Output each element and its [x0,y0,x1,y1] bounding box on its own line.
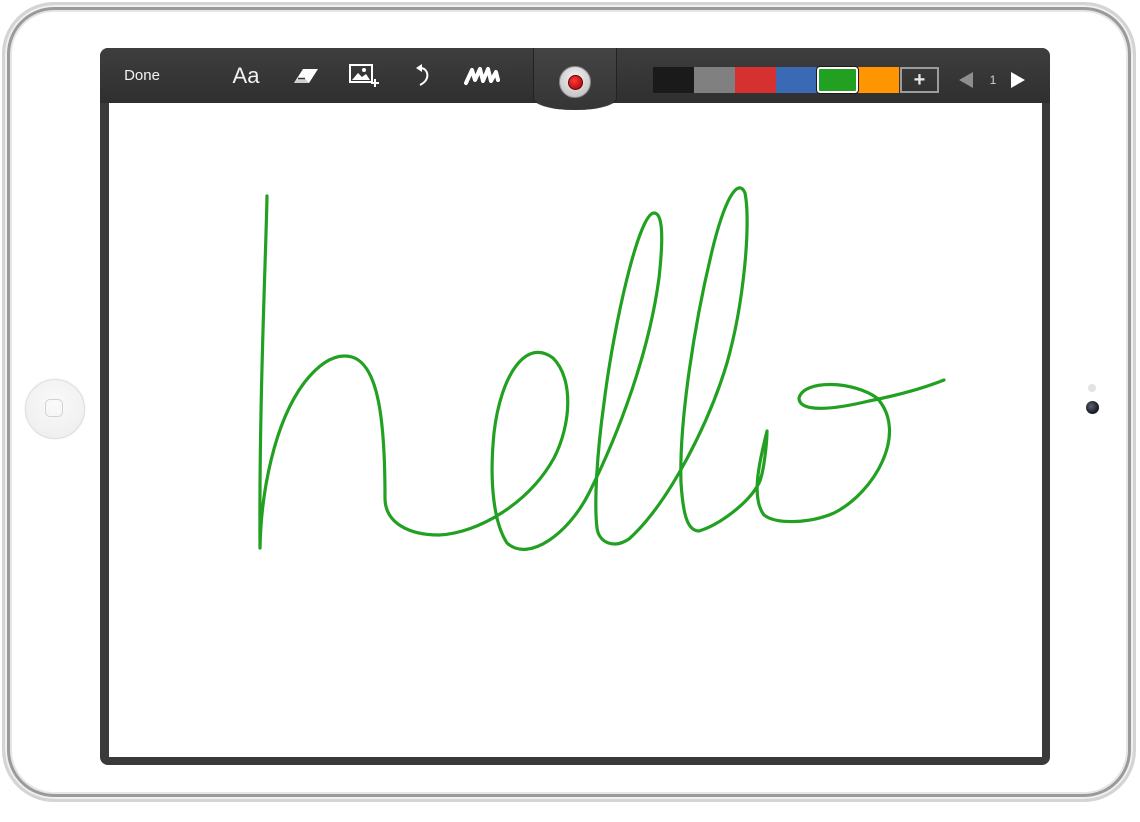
color-swatch-blue[interactable] [776,67,817,93]
text-tool-button[interactable]: Aa [224,48,268,103]
front-camera [1086,401,1099,414]
handwriting-drawing [258,186,946,551]
toolbar: Done Aa + 1 [100,48,1050,110]
page-number: 1 [989,73,997,87]
insert-image-icon [349,63,379,87]
color-swatch-orange[interactable] [858,67,899,93]
drawing-canvas[interactable] [109,103,1042,757]
eraser-icon [294,68,318,83]
color-swatch-red[interactable] [735,67,776,93]
insert-image-button[interactable] [344,48,384,103]
previous-page-button[interactable] [956,70,976,90]
undo-icon [416,63,429,86]
light-sensor [1088,384,1096,392]
record-button[interactable] [559,66,591,98]
triangle-left-icon [959,72,973,88]
next-page-button[interactable] [1008,70,1028,90]
home-button[interactable] [25,379,85,439]
clear-button[interactable] [458,48,506,103]
clear-scribble-icon [464,66,500,85]
eraser-button[interactable] [286,48,326,103]
undo-button[interactable] [404,48,444,103]
color-swatch-green[interactable] [817,67,858,93]
tablet-frame: Done Aa + 1 [2,2,1136,802]
color-swatch-black[interactable] [653,67,694,93]
handwritten-stroke [258,186,946,551]
record-icon [567,74,583,90]
add-color-button[interactable]: + [900,67,939,93]
color-swatch-gray[interactable] [694,67,735,93]
color-palette [653,67,899,93]
app-screen: Done Aa + 1 [100,48,1050,765]
triangle-right-icon [1011,72,1025,88]
done-button[interactable]: Done [110,48,174,103]
